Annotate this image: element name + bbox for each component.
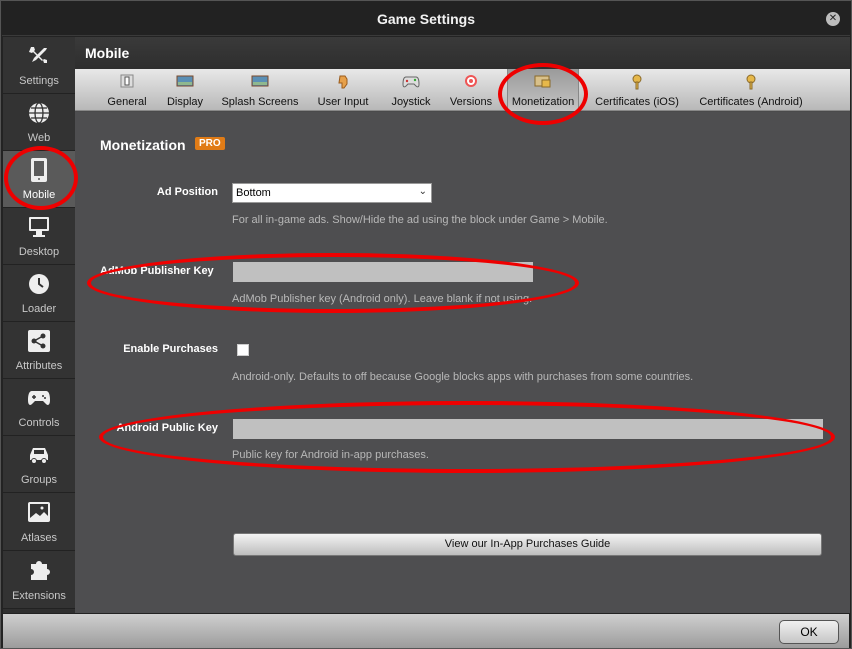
tab-label: Splash Screens [221, 96, 299, 108]
tab-general[interactable]: General [103, 69, 151, 111]
sidebar-item-mobile[interactable]: Mobile [3, 151, 75, 208]
sidebar: Settings Web Mobile Desktop Loader Attri… [3, 37, 75, 613]
section-title: Monetization [100, 137, 186, 153]
main-panel: Mobile General Display Splash Screens Us… [75, 37, 850, 613]
sidebar-item-controls[interactable]: Controls [3, 379, 75, 436]
close-icon[interactable]: ✕ [826, 12, 840, 26]
title-bar: Game Settings ✕ [2, 2, 850, 36]
ad-position-select[interactable]: Bottom ⌄ [232, 183, 432, 203]
pointing-hand-icon [313, 74, 373, 89]
tab-label: Versions [449, 96, 493, 108]
tab-label: Joystick [391, 96, 431, 108]
panel-header: Mobile [75, 37, 850, 69]
money-icon [508, 74, 578, 88]
android-public-key-hint: Public key for Android in-app purchases. [232, 449, 429, 461]
ok-button[interactable]: OK [779, 620, 839, 644]
pro-badge: PRO [195, 137, 225, 150]
admob-key-label: AdMob Publisher Key [100, 265, 214, 277]
enable-purchases-checkbox[interactable] [237, 344, 249, 356]
sidebar-item-label: Mobile [22, 189, 56, 201]
puzzle-icon [3, 557, 75, 583]
tab-label: Certificates (iOS) [595, 96, 679, 108]
admob-key-hint: AdMob Publisher key (Android only). Leav… [232, 293, 533, 305]
switch-icon [103, 74, 151, 88]
sidebar-item-label: Extensions [12, 590, 66, 602]
tab-label: General [107, 96, 147, 108]
window-title: Game Settings [376, 11, 476, 27]
wrench-screwdriver-icon [3, 43, 75, 69]
globe-icon [3, 100, 75, 126]
key-icon [593, 74, 681, 90]
sidebar-item-label: Controls [18, 417, 60, 429]
tab-user-input[interactable]: User Input [313, 69, 373, 111]
enable-purchases-label: Enable Purchases [123, 343, 218, 355]
tab-label: Display [166, 96, 204, 108]
enable-purchases-hint: Android-only. Defaults to off because Go… [232, 371, 694, 383]
iap-guide-button[interactable]: View our In-App Purchases Guide [233, 533, 822, 556]
sidebar-item-extensions[interactable]: Extensions [3, 551, 75, 609]
key-icon [695, 74, 807, 90]
landscape-icon [161, 74, 209, 88]
clock-icon [3, 271, 75, 297]
sidebar-item-groups[interactable]: Groups [3, 436, 75, 493]
landscape-icon [220, 74, 300, 88]
sidebar-item-label: Desktop [18, 246, 60, 258]
sidebar-item-attributes[interactable]: Attributes [3, 322, 75, 379]
tab-splash-screens[interactable]: Splash Screens [220, 69, 300, 111]
panel-title: Mobile [85, 45, 130, 61]
tab-label: User Input [317, 96, 369, 108]
chevron-down-icon: ⌄ [418, 186, 427, 197]
sidebar-item-label: Settings [19, 75, 59, 87]
tab-certificates-android[interactable]: Certificates (Android) [695, 69, 807, 111]
tab-certificates-ios[interactable]: Certificates (iOS) [593, 69, 681, 111]
sidebar-item-label: Web [27, 132, 51, 144]
tab-monetization[interactable]: Monetization [507, 69, 579, 111]
android-public-key-input[interactable] [233, 419, 823, 439]
game-settings-window: Game Settings ✕ Settings Web Mobile Desk… [0, 0, 852, 649]
image-icon [3, 499, 75, 525]
tab-joystick[interactable]: Joystick [387, 69, 435, 111]
sidebar-item-atlases[interactable]: Atlases [3, 493, 75, 551]
target-icon [447, 74, 495, 88]
dialog-footer: OK [3, 613, 849, 648]
sidebar-item-settings[interactable]: Settings [3, 37, 75, 94]
tablet-icon [3, 157, 75, 183]
gamepad-icon [387, 74, 435, 88]
admob-key-input[interactable] [233, 262, 533, 282]
android-public-key-label: Android Public Key [116, 422, 218, 434]
monetization-content: Monetization PRO Ad Position Bottom ⌄ Fo… [75, 112, 850, 613]
tab-versions[interactable]: Versions [447, 69, 495, 111]
sidebar-item-desktop[interactable]: Desktop [3, 208, 75, 265]
ad-position-label: Ad Position [156, 186, 218, 198]
sidebar-item-web[interactable]: Web [3, 94, 75, 151]
tab-bar: General Display Splash Screens User Inpu… [75, 69, 850, 111]
ad-position-hint: For all in-game ads. Show/Hide the ad us… [232, 214, 608, 226]
sidebar-item-label: Groups [20, 474, 58, 486]
sidebar-item-label: Atlases [20, 532, 58, 544]
sidebar-item-label: Loader [21, 303, 57, 315]
gamepad-icon [3, 385, 75, 411]
sidebar-item-label: Attributes [15, 360, 63, 372]
share-icon [3, 328, 75, 354]
car-icon [3, 442, 75, 468]
monitor-icon [3, 214, 75, 240]
ad-position-value: Bottom [236, 187, 271, 199]
sidebar-item-loader[interactable]: Loader [3, 265, 75, 322]
tab-label: Certificates (Android) [699, 96, 803, 108]
tab-display[interactable]: Display [161, 69, 209, 111]
tab-label: Monetization [511, 96, 575, 108]
